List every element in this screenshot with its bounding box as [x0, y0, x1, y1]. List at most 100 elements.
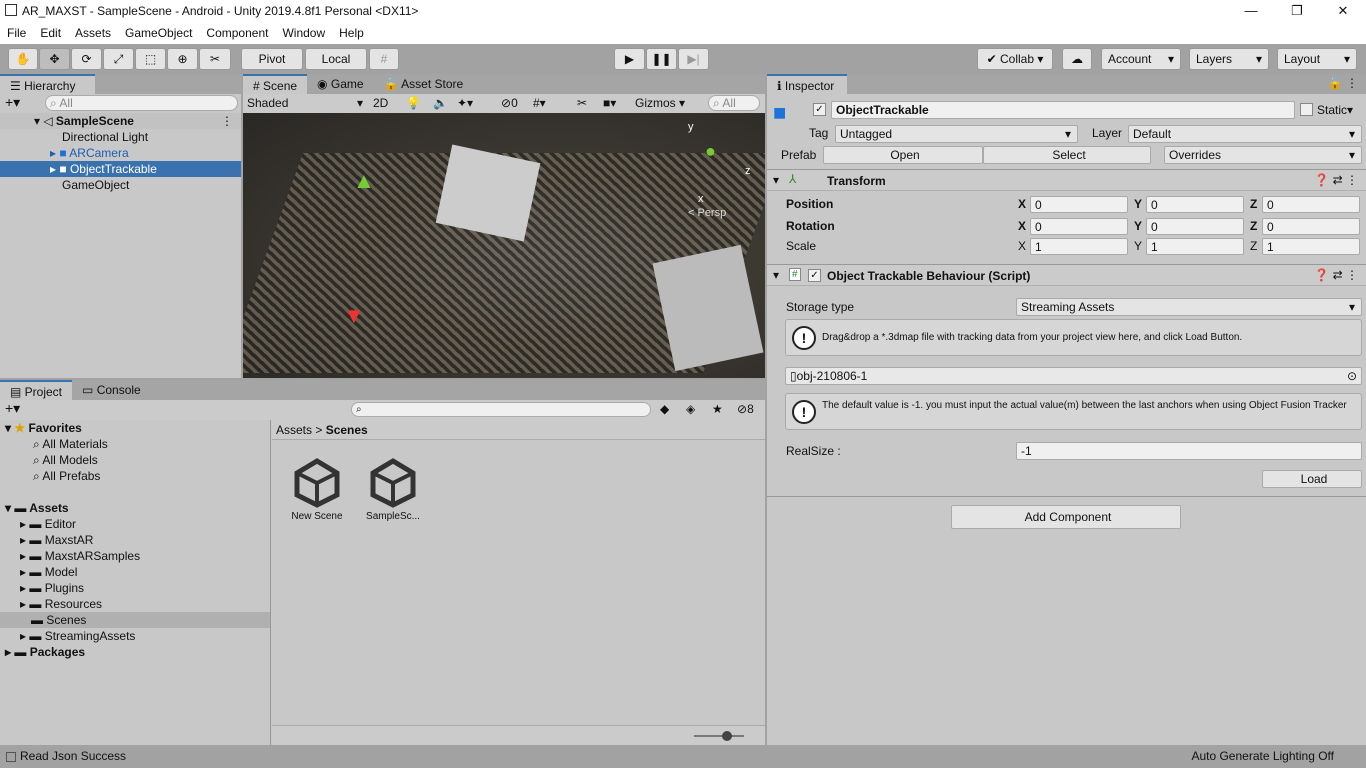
lighting-status[interactable]: Auto Generate Lighting Off: [1191, 745, 1334, 768]
list-item[interactable]: ⌕ All Models: [0, 452, 270, 468]
layout-dropdown[interactable]: Layout ▾: [1277, 48, 1357, 70]
persp-label[interactable]: < Persp: [688, 207, 726, 219]
script-header[interactable]: ▾ # ✓ Object Trackable Behaviour (Script…: [767, 264, 1366, 286]
transform-tool-icon[interactable]: ⊕: [167, 48, 198, 70]
active-checkbox[interactable]: ✓: [813, 103, 826, 116]
tab-asset-store[interactable]: 🔒 Asset Store: [374, 74, 474, 94]
custom-tool-icon[interactable]: ✂: [199, 48, 231, 70]
foldout-icon[interactable]: ▾: [773, 268, 779, 282]
step-button[interactable]: ▶|: [678, 48, 709, 70]
lock-icon[interactable]: 🔓 ⋮: [1328, 76, 1358, 90]
hand-tool-icon[interactable]: ✋: [8, 48, 38, 70]
overrides-dropdown[interactable]: Overrides ▾: [1164, 146, 1362, 164]
prefab-select-button[interactable]: Select: [983, 146, 1151, 164]
scale-tool-icon[interactable]: ⤢: [103, 48, 134, 70]
component-menu-icons[interactable]: ❓ ⇄ ⋮: [1314, 173, 1358, 187]
scene-search-input[interactable]: ⌕ All: [708, 95, 760, 111]
tab-project[interactable]: ▤ Project: [0, 380, 73, 400]
shading-dropdown[interactable]: Shaded ▾: [247, 94, 363, 113]
transform-y-input[interactable]: 1: [1146, 238, 1244, 255]
scene-row[interactable]: ▾ ◁ SampleScene ⋮: [0, 113, 241, 129]
transform-x-input[interactable]: 0: [1030, 196, 1128, 213]
prefab-open-button[interactable]: Open: [823, 146, 983, 164]
2d-toggle[interactable]: 2D: [373, 94, 388, 113]
list-item[interactable]: ▸ ■ ObjectTrackable: [0, 161, 241, 177]
pause-button[interactable]: ❚❚: [646, 48, 677, 70]
add-icon[interactable]: +▾: [5, 94, 20, 111]
menu-component[interactable]: Component: [199, 26, 275, 40]
hidden-packages-icon[interactable]: ⊘8: [737, 402, 754, 416]
scene-gizmo[interactable]: ●: [705, 141, 716, 162]
layer-dropdown[interactable]: Default ▾: [1128, 125, 1362, 143]
gizmos-dropdown[interactable]: Gizmos ▾: [635, 94, 685, 113]
list-item[interactable]: GameObject: [0, 177, 241, 193]
list-item[interactable]: ⌕ All Prefabs: [0, 468, 270, 484]
project-search-input[interactable]: ⌕: [351, 402, 651, 417]
transform-z-input[interactable]: 0: [1262, 218, 1360, 235]
map-file-field[interactable]: ▯obj-210806-1 ⊙: [785, 367, 1362, 385]
list-item[interactable]: ▸ ▬ Model: [0, 564, 270, 580]
transform-x-input[interactable]: 0: [1030, 218, 1128, 235]
layers-dropdown[interactable]: Layers ▾: [1189, 48, 1269, 70]
transform-z-input[interactable]: 1: [1262, 238, 1360, 255]
local-button[interactable]: Local: [305, 48, 367, 70]
transform-y-input[interactable]: 0: [1146, 218, 1244, 235]
tab-inspector[interactable]: ℹ Inspector: [767, 74, 847, 94]
effects-icon[interactable]: ✦▾: [457, 94, 473, 113]
realsize-input[interactable]: -1: [1016, 442, 1362, 460]
list-item[interactable]: ▸ ▬ MaxstARSamples: [0, 548, 270, 564]
list-item[interactable]: ▸ ▬ Resources: [0, 596, 270, 612]
icon-size-slider[interactable]: [694, 731, 744, 741]
menu-edit[interactable]: Edit: [33, 26, 68, 40]
tools-icon[interactable]: ✂: [577, 94, 587, 113]
account-dropdown[interactable]: Account ▾: [1101, 48, 1181, 70]
add-component-button[interactable]: Add Component: [951, 505, 1181, 529]
list-item[interactable]: ⌕ All Materials: [0, 436, 270, 452]
component-menu-icons[interactable]: ❓ ⇄ ⋮: [1314, 268, 1358, 282]
transform-z-input[interactable]: 0: [1262, 196, 1360, 213]
menu-file[interactable]: File: [0, 26, 33, 40]
asset-item[interactable]: SampleSc...: [358, 458, 428, 538]
object-name-input[interactable]: ObjectTrackable: [831, 101, 1295, 119]
tab-console[interactable]: ▭ Console: [72, 380, 151, 400]
snap-icon[interactable]: #: [369, 48, 399, 70]
asset-item[interactable]: New Scene: [282, 458, 352, 538]
lighting-icon[interactable]: 💡: [406, 94, 421, 113]
menu-window[interactable]: Window: [275, 26, 332, 40]
rotate-tool-icon[interactable]: ⟳: [71, 48, 102, 70]
transform-x-input[interactable]: 1: [1030, 238, 1128, 255]
tab-game[interactable]: ◉ Game: [307, 74, 374, 94]
transform-header[interactable]: ▾ ⅄ Transform ❓ ⇄ ⋮: [767, 169, 1366, 191]
scene-viewport[interactable]: ▲ ▼ y z x ● < Persp: [243, 113, 765, 378]
breadcrumb-assets[interactable]: Assets: [276, 423, 312, 437]
list-item[interactable]: ▸ ▬ Editor: [0, 516, 270, 532]
hierarchy-search-input[interactable]: ⌕ All: [45, 95, 238, 111]
menu-assets[interactable]: Assets: [68, 26, 118, 40]
favorite-icon[interactable]: ★: [712, 402, 723, 416]
menu-gameobject[interactable]: GameObject: [118, 26, 199, 40]
tab-scene[interactable]: # Scene: [243, 74, 308, 94]
foldout-icon[interactable]: ▾: [773, 173, 779, 187]
favorites-row[interactable]: ▾ ★ Favorites: [0, 420, 270, 436]
close-button[interactable]: ✕: [1320, 0, 1366, 22]
grid-icon[interactable]: #▾: [533, 94, 546, 113]
object-picker-icon[interactable]: ⊙: [1347, 368, 1357, 384]
more-icon[interactable]: ⋮: [221, 113, 233, 129]
cloud-icon[interactable]: ☁: [1062, 48, 1092, 70]
play-button[interactable]: ▶: [614, 48, 645, 70]
list-item[interactable]: Directional Light: [0, 129, 241, 145]
packages-row[interactable]: ▸ ▬ Packages: [0, 644, 270, 660]
list-item[interactable]: ▸ ▬ MaxstAR: [0, 532, 270, 548]
add-icon[interactable]: +▾: [5, 400, 20, 417]
breadcrumb-scenes[interactable]: Scenes: [326, 423, 368, 437]
collab-button[interactable]: ✔ Collab ▾: [977, 48, 1053, 70]
script-enabled-checkbox[interactable]: ✓: [808, 269, 821, 282]
tag-dropdown[interactable]: Untagged ▾: [835, 125, 1078, 143]
static-checkbox[interactable]: [1300, 103, 1313, 116]
maximize-button[interactable]: ❐: [1274, 0, 1320, 22]
camera-icon[interactable]: ■▾: [603, 94, 616, 113]
menu-help[interactable]: Help: [332, 26, 371, 40]
rect-tool-icon[interactable]: ⬚: [135, 48, 166, 70]
load-button[interactable]: Load: [1262, 470, 1362, 488]
list-item[interactable]: ▸ ▬ StreamingAssets: [0, 628, 270, 644]
